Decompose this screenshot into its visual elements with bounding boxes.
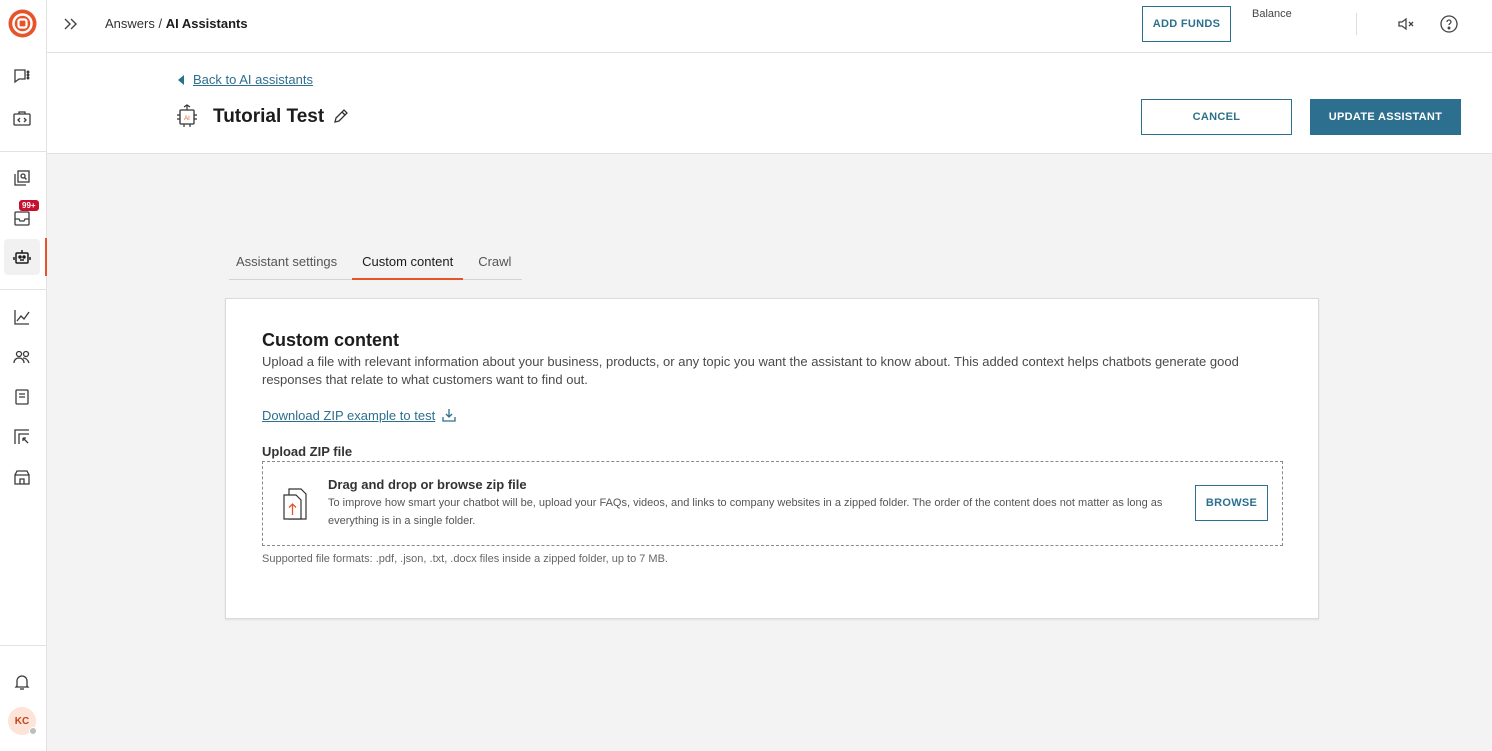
download-zip-example-link[interactable]: Download ZIP example to test xyxy=(262,407,457,423)
page-title: Tutorial Test xyxy=(213,106,325,127)
section-heading: Custom content xyxy=(262,330,399,350)
ai-robot-icon[interactable] xyxy=(10,245,34,269)
top-bar: Answers / AI Assistants ADD FUNDS Balanc… xyxy=(47,0,1492,53)
dropzone-title: Drag and drop or browse zip file xyxy=(328,477,527,492)
notification-count-badge: 99+ xyxy=(19,200,39,211)
ai-chip-label: AI xyxy=(184,116,190,122)
active-item-indicator xyxy=(45,238,47,276)
code-briefcase-icon[interactable] xyxy=(10,106,34,130)
tab-bar: Assistant settings Custom content Crawl xyxy=(229,244,522,280)
back-link[interactable]: Back to AI assistants xyxy=(178,72,313,87)
update-assistant-button[interactable]: UPDATE ASSISTANT xyxy=(1310,99,1461,135)
edit-pencil-icon[interactable] xyxy=(332,108,349,125)
tab-assistant-settings[interactable]: Assistant settings xyxy=(229,244,344,279)
layout-arrow-icon[interactable] xyxy=(10,425,34,449)
breadcrumb-current: AI Assistants xyxy=(165,16,248,31)
back-arrow-icon xyxy=(178,74,184,85)
upload-zip-label: Upload ZIP file xyxy=(262,444,353,459)
expand-sidebar-icon[interactable] xyxy=(61,14,81,34)
back-link-label: Back to AI assistants xyxy=(193,72,313,87)
book-icon[interactable] xyxy=(10,385,34,409)
supported-formats-note: Supported file formats: .pdf, .json, .tx… xyxy=(262,553,668,565)
balance-label: Balance xyxy=(1252,8,1292,20)
cancel-button[interactable]: CANCEL xyxy=(1141,99,1292,135)
left-sidebar: 99+ KC xyxy=(0,0,47,751)
tab-custom-content[interactable]: Custom content xyxy=(352,244,464,280)
section-description: Upload a file with relevant information … xyxy=(262,354,1239,387)
page-header: Back to AI assistants AI Tutorial Test C… xyxy=(47,53,1492,154)
chat-icon[interactable] xyxy=(10,64,34,88)
add-funds-button[interactable]: ADD FUNDS xyxy=(1142,6,1231,42)
download-link-label: Download ZIP example to test xyxy=(262,407,436,423)
dropzone-instructions: To improve how smart your chatbot will b… xyxy=(328,497,1163,527)
people-icon[interactable] xyxy=(10,345,34,369)
bell-icon[interactable] xyxy=(10,670,34,694)
file-dropzone[interactable]: Drag and drop or browse zip file To impr… xyxy=(262,461,1283,546)
knowledge-search-icon[interactable] xyxy=(10,166,34,190)
custom-content-card: Custom content Upload a file with releva… xyxy=(225,298,1319,619)
analytics-chart-icon[interactable] xyxy=(10,305,34,329)
breadcrumb-separator: / xyxy=(154,16,166,31)
sidebar-divider xyxy=(0,645,47,646)
file-upload-icon xyxy=(283,488,307,520)
breadcrumb-parent[interactable]: Answers xyxy=(105,16,155,31)
presence-status-icon xyxy=(29,727,37,735)
browse-button[interactable]: BROWSE xyxy=(1195,485,1268,521)
tab-crawl[interactable]: Crawl xyxy=(471,244,518,279)
sidebar-divider xyxy=(0,289,47,290)
topbar-divider xyxy=(1356,13,1357,35)
sound-muted-icon[interactable] xyxy=(1395,13,1417,35)
ai-chip-icon: AI xyxy=(177,104,197,127)
brand-logo-icon[interactable] xyxy=(8,9,37,38)
sidebar-divider xyxy=(0,151,47,152)
download-icon xyxy=(442,409,456,422)
breadcrumb: Answers / AI Assistants xyxy=(105,16,248,31)
store-icon[interactable] xyxy=(10,465,34,489)
help-icon[interactable] xyxy=(1438,13,1460,35)
